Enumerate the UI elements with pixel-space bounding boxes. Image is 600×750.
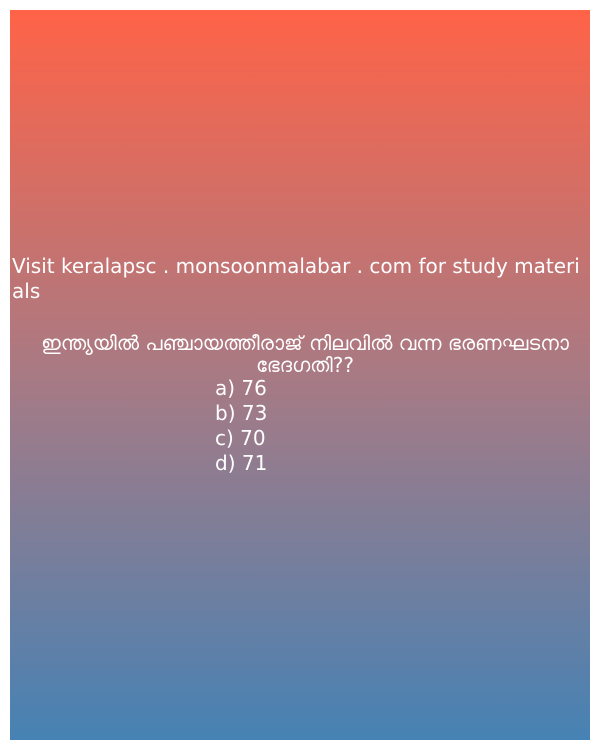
options-list: a) 76 b) 73 c) 70 d) 71 [215, 376, 267, 476]
question-text: ഇന്ത്യയിൽ പഞ്ചായത്തീരാജ് നിലവിൽ വന്ന ഭരണ… [41, 331, 569, 377]
quiz-card: Visit keralapsc . monsoonmalabar . com f… [10, 10, 590, 740]
option-d: d) 71 [215, 451, 268, 475]
option-b: b) 73 [215, 401, 268, 425]
option-a: a) 76 [215, 376, 267, 400]
promo-text: Visit keralapsc . monsoonmalabar . com f… [12, 254, 580, 303]
option-c: c) 70 [215, 426, 266, 450]
